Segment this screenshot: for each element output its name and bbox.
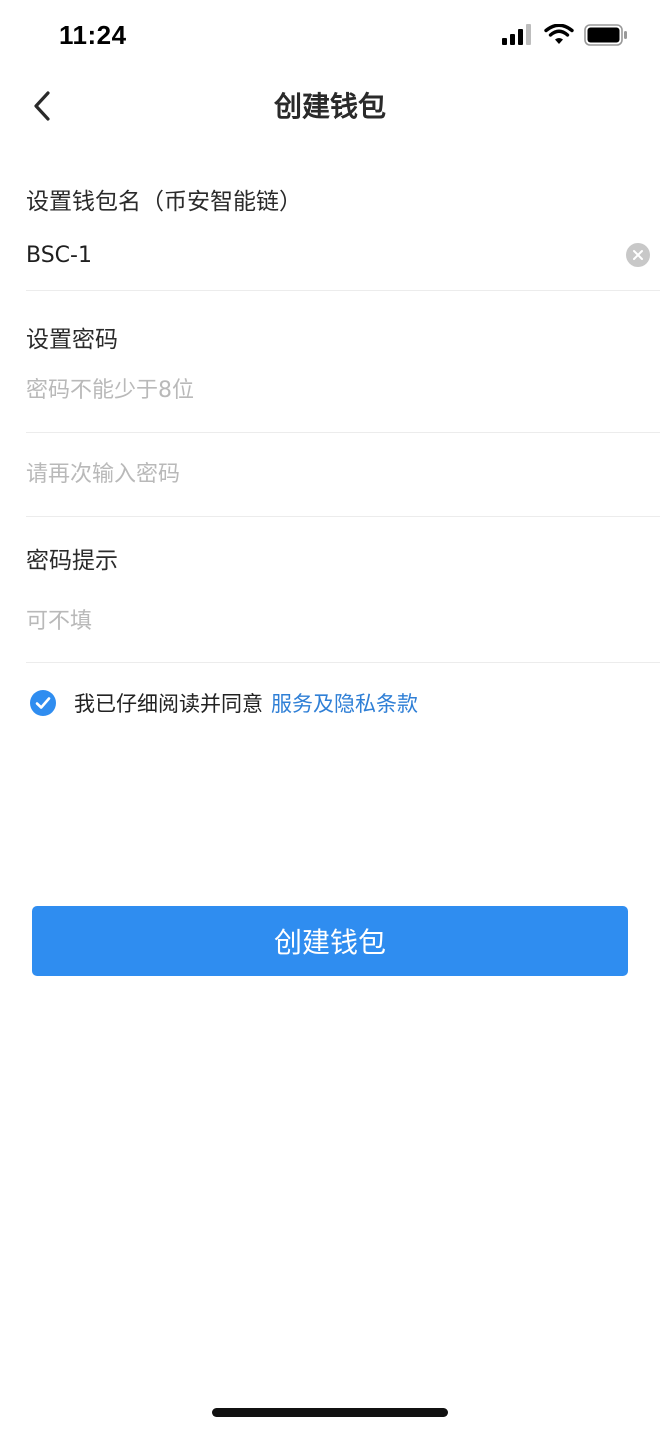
divider bbox=[26, 662, 660, 663]
wallet-name-input[interactable] bbox=[26, 225, 606, 285]
agreement-row: 我已仔细阅读并同意 服务及隐私条款 bbox=[30, 686, 418, 720]
page-title: 创建钱包 bbox=[273, 90, 386, 123]
cellular-signal-icon bbox=[502, 24, 531, 45]
password-input[interactable] bbox=[26, 360, 606, 420]
password-label: 设置密码 bbox=[26, 327, 118, 353]
password-confirm-field bbox=[26, 444, 660, 504]
wallet-name-label: 设置钱包名（币安智能链） bbox=[26, 189, 302, 215]
battery-icon bbox=[584, 24, 627, 46]
clear-x-icon bbox=[633, 250, 643, 260]
agreement-text: 我已仔细阅读并同意 bbox=[74, 692, 263, 716]
divider bbox=[26, 516, 660, 517]
clear-button[interactable] bbox=[626, 243, 650, 267]
create-wallet-button[interactable]: 创建钱包 bbox=[32, 906, 628, 976]
nav-bar: 创建钱包 bbox=[0, 70, 660, 140]
password-hint-input[interactable] bbox=[26, 591, 606, 651]
checkmark-icon bbox=[35, 697, 51, 709]
home-indicator bbox=[212, 1408, 448, 1417]
password-confirm-input[interactable] bbox=[26, 444, 606, 504]
agreement-checkbox[interactable] bbox=[30, 690, 56, 716]
create-wallet-screen: 11:24 创建钱包 设置钱包名（币安智能链） BSC-1 设置密码 密码提示 … bbox=[0, 0, 660, 1429]
password-hint-label: 密码提示 bbox=[26, 548, 118, 574]
password-hint-field bbox=[26, 591, 660, 651]
status-bar: 11:24 bbox=[0, 0, 660, 70]
divider bbox=[26, 432, 660, 433]
wifi-icon bbox=[544, 24, 574, 44]
terms-link[interactable]: 服务及隐私条款 bbox=[271, 688, 418, 718]
divider bbox=[26, 290, 660, 291]
wallet-name-field bbox=[26, 225, 660, 285]
password-field bbox=[26, 360, 660, 420]
status-time: 11:24 bbox=[59, 20, 127, 50]
